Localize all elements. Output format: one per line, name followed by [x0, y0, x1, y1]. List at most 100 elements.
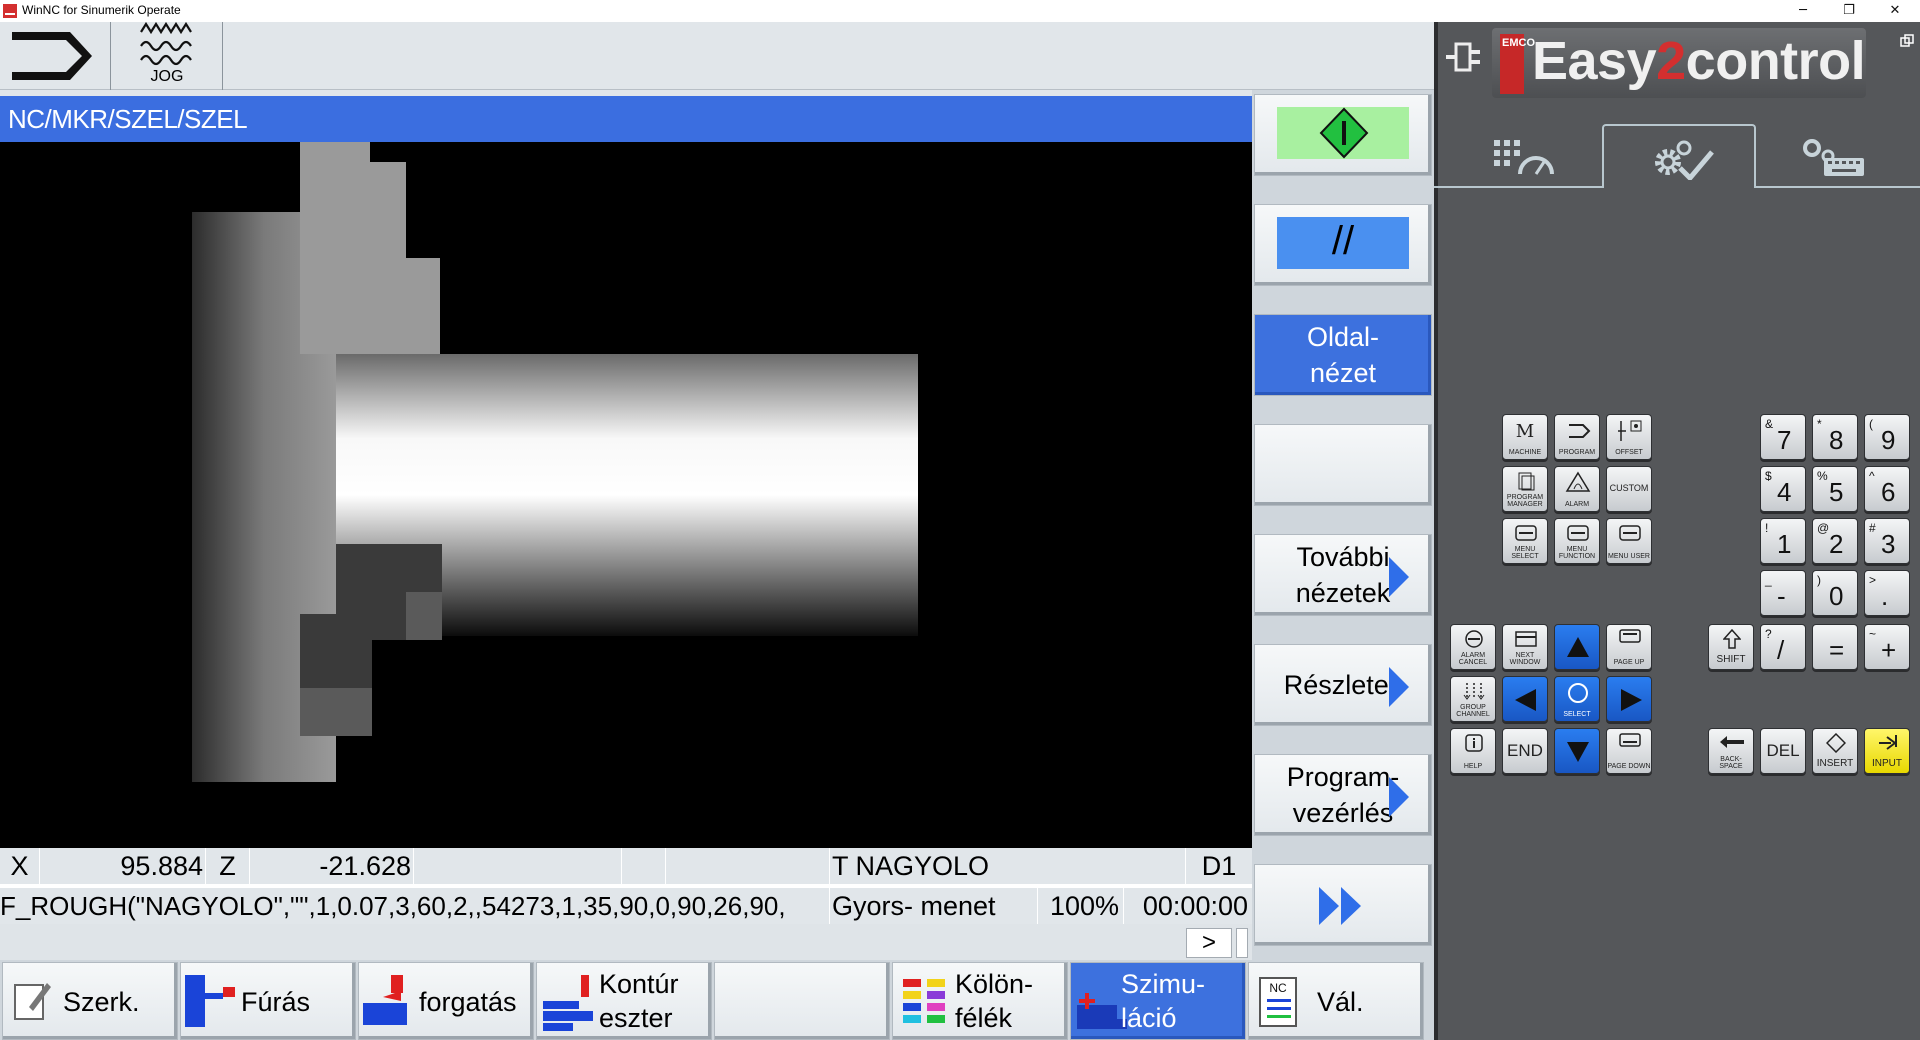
- winnc-window: WinNC for Sinumerik Operate ─ ❐ ✕ JOG NC…: [0, 0, 1920, 1040]
- tab-settings-check[interactable]: [1602, 124, 1756, 188]
- next-window-icon: [1515, 631, 1537, 647]
- numpad-key-shift-label: ?: [1765, 627, 1772, 641]
- insert-key[interactable]: INSERT: [1812, 728, 1858, 774]
- numpad-key-4[interactable]: $4: [1760, 466, 1806, 512]
- close-button[interactable]: ✕: [1872, 0, 1918, 22]
- tab-machine-dashboard[interactable]: [1448, 124, 1602, 188]
- page-down-key[interactable]: PAGE DOWN: [1606, 728, 1652, 774]
- machine-key[interactable]: M MACHINE: [1502, 414, 1548, 460]
- turning-label: forgatás: [419, 987, 517, 1017]
- numpad-key-6[interactable]: ^ 6: [1864, 466, 1910, 512]
- run-time: 00:00:00: [1142, 891, 1248, 921]
- misc-line1: Kölön-: [955, 969, 1034, 999]
- numpad-key-11[interactable]: ) 0: [1812, 570, 1858, 616]
- group-channel-key[interactable]: GROUP CHANNEL: [1450, 676, 1496, 722]
- side-view-softkey[interactable]: Oldal- nézet: [1254, 314, 1432, 396]
- more-views-softkey[interactable]: További nézetek: [1254, 534, 1432, 616]
- numpad-key-shift-label: >: [1869, 573, 1877, 587]
- menu-select-key[interactable]: MENU SELECT: [1502, 518, 1548, 564]
- backspace-key[interactable]: BACK-SPACE: [1708, 728, 1754, 774]
- lower-jaw-step: [406, 592, 442, 640]
- dock-icon[interactable]: [1446, 40, 1486, 74]
- auto-mode-button[interactable]: [0, 22, 111, 90]
- settings-keyboard-icon: [1803, 139, 1864, 176]
- select-key[interactable]: SELECT: [1554, 676, 1600, 722]
- program-manager-key[interactable]: PROGRAM MANAGER: [1502, 466, 1548, 512]
- menu-function-key[interactable]: MENU FUNCTION: [1554, 518, 1600, 564]
- custom-key[interactable]: CUSTOM: [1606, 466, 1652, 512]
- program-key[interactable]: PROGRAM: [1554, 414, 1600, 460]
- details-softkey[interactable]: Részletek: [1254, 644, 1432, 726]
- rapid-label: Gyors- menet: [830, 888, 1038, 924]
- arrow-left-key[interactable]: [1502, 676, 1548, 722]
- numpad-key-label: =: [1829, 635, 1845, 665]
- arrow-right-key[interactable]: [1606, 676, 1652, 722]
- input-key[interactable]: INPUT: [1864, 728, 1910, 774]
- turning-softkey[interactable]: forgatás: [358, 962, 534, 1040]
- empty-horizontal-softkey[interactable]: [714, 962, 890, 1040]
- emco-logo: EMCO: [1500, 34, 1535, 94]
- numpad-key-7[interactable]: ! 1: [1760, 518, 1806, 564]
- numpad-key-5[interactable]: % 5: [1812, 466, 1858, 512]
- numpad-key-14[interactable]: =: [1812, 624, 1858, 670]
- numpad-key-3[interactable]: (9: [1864, 414, 1910, 460]
- numpad-key-13[interactable]: ? /: [1760, 624, 1806, 670]
- restore-button[interactable]: ❐: [1826, 0, 1872, 22]
- numpad-key-15[interactable]: ~ +: [1864, 624, 1910, 670]
- numpad-key-10[interactable]: _ -: [1760, 570, 1806, 616]
- settings-check-icon: [1655, 140, 1714, 180]
- d-number: D1: [1201, 851, 1237, 881]
- tab-settings-keyboard[interactable]: [1756, 124, 1910, 188]
- alarm-key[interactable]: ALARM: [1554, 466, 1600, 512]
- lower-jaw-tip: [300, 688, 372, 736]
- misc-softkey[interactable]: Kölön- félék: [892, 962, 1068, 1040]
- arrow-down-key[interactable]: [1554, 728, 1600, 774]
- program-path-bar: NC/MKR/SZEL/SZEL: [0, 96, 1252, 142]
- numpad-key-shift-label: @: [1817, 521, 1830, 535]
- arrow-up-key[interactable]: [1554, 624, 1600, 670]
- offset-key-icon: [1618, 420, 1642, 441]
- numpad-key-2[interactable]: * 8: [1812, 414, 1858, 460]
- z-axis-label: Z: [206, 848, 250, 884]
- numpad-key-8[interactable]: @2: [1812, 518, 1858, 564]
- next-window-key[interactable]: NEXT WINDOW: [1502, 624, 1548, 670]
- numpad-key-label: .: [1881, 581, 1889, 611]
- offset-key[interactable]: OFFSET: [1606, 414, 1652, 460]
- alarm-cancel-key[interactable]: ALARM CANCEL: [1450, 624, 1496, 670]
- line-nav-row: >: [0, 924, 1252, 960]
- page-up-key[interactable]: PAGE UP: [1606, 624, 1652, 670]
- menu-user-key[interactable]: MENU USER: [1606, 518, 1652, 564]
- simulation-softkey[interactable]: Szimu- láció: [1070, 962, 1246, 1040]
- single-block-softkey[interactable]: //: [1254, 204, 1432, 286]
- line-expand-stub[interactable]: [1236, 928, 1248, 958]
- undock-icon[interactable]: [1900, 34, 1914, 48]
- numpad-key-1[interactable]: & 7: [1760, 414, 1806, 460]
- numpad-key-9[interactable]: #3: [1864, 518, 1910, 564]
- delete-key[interactable]: DEL: [1760, 728, 1806, 774]
- page-down-icon: [1619, 733, 1641, 747]
- simulation-view[interactable]: [0, 142, 1252, 848]
- numpad-key-shift-label: ): [1817, 573, 1821, 587]
- line-expand-button[interactable]: >: [1186, 928, 1232, 958]
- arrow-left-icon: [1515, 689, 1536, 711]
- select-softkey[interactable]: NC Vál.: [1248, 962, 1424, 1040]
- fast-forward-softkey[interactable]: [1254, 864, 1432, 946]
- menu-function-icon: [1567, 525, 1589, 541]
- numpad-key-label: 0: [1829, 581, 1844, 611]
- cycle-start-softkey[interactable]: [1254, 94, 1432, 176]
- numpad-key-shift-label: ~: [1869, 627, 1877, 641]
- title-bar: WinNC for Sinumerik Operate ─ ❐ ✕: [0, 0, 1920, 22]
- numpad-key-label: -: [1777, 581, 1786, 611]
- edit-softkey[interactable]: Szerk.: [2, 962, 178, 1040]
- contour-softkey[interactable]: Kontúr eszter: [536, 962, 712, 1040]
- minimize-button[interactable]: ─: [1780, 0, 1826, 22]
- program-control-softkey[interactable]: Program- vezérlés: [1254, 754, 1432, 836]
- numpad-key-12[interactable]: >.: [1864, 570, 1910, 616]
- end-key[interactable]: END: [1502, 728, 1548, 774]
- empty-vertical-softkey[interactable]: [1254, 424, 1432, 506]
- drilling-softkey[interactable]: Fúrás: [180, 962, 356, 1040]
- jog-mode-button[interactable]: JOG: [111, 21, 223, 90]
- shift-key[interactable]: SHIFT: [1708, 624, 1754, 670]
- help-key[interactable]: HELP: [1450, 728, 1496, 774]
- position-row: X 95.884 Z -21.628 T NAGYOLO D1: [0, 848, 1252, 884]
